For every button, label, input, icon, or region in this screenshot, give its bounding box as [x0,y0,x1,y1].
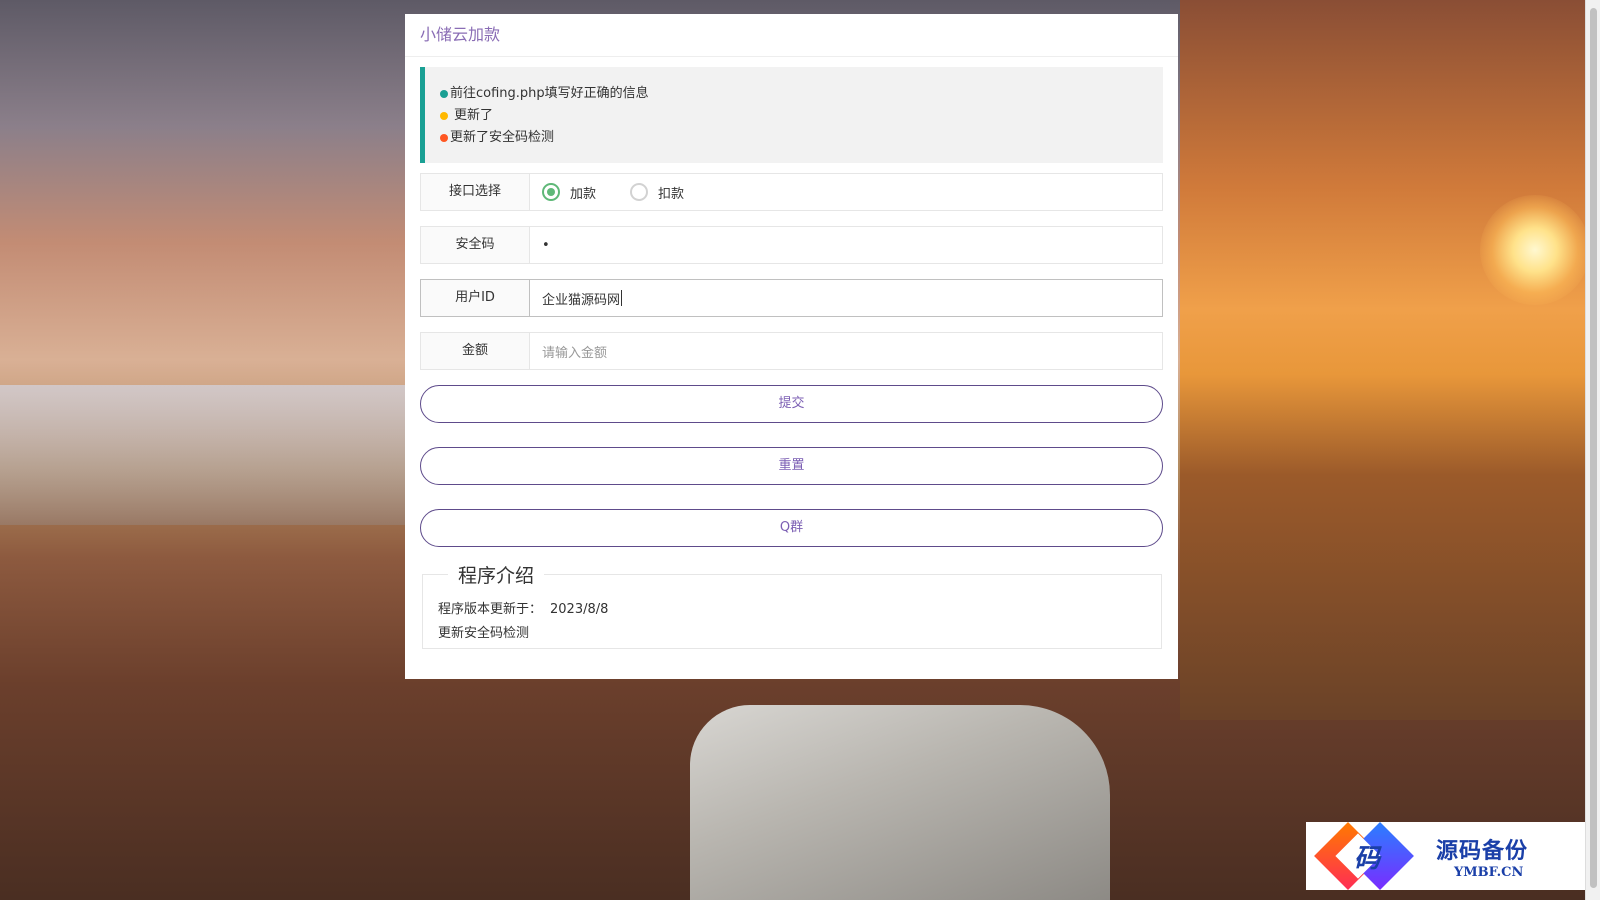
background-sunset [1180,0,1600,720]
qq-group-button[interactable]: Q群 [420,509,1163,547]
intro-note: 更新安全码检测 [438,626,530,641]
watermark-char: 码 [1353,844,1380,874]
radio-label[interactable]: 扣款 [658,183,684,202]
security-code-value[interactable]: • [542,238,550,253]
version-label: 程序版本更新于： [438,602,543,617]
amount-placeholder[interactable]: 请输入金额 [542,342,607,361]
user-id-input[interactable]: 企业猫源码网 [530,280,1162,316]
radio-checked-icon[interactable] [542,183,560,201]
main-panel: 小储云加款 前往cofing.php填写好正确的信息 更新了 更新了安全码检测 … [405,14,1178,679]
user-id-label: 用户ID [421,280,530,316]
notice-box: 前往cofing.php填写好正确的信息 更新了 更新了安全码检测 [420,67,1163,163]
intro-fieldset: 程序介绍 程序版本更新于： 2023/8/8 更新安全码检测 [422,561,1162,649]
notice-item: 更新了 [440,105,1163,127]
security-code-input[interactable]: • [530,227,1162,263]
amount-row: 金额 请输入金额 [420,332,1163,370]
bullet-dot-icon [440,90,448,98]
reset-button[interactable]: 重置 [420,447,1163,485]
bullet-dot-icon [440,112,448,120]
page-scrollbar[interactable] [1585,0,1600,900]
notice-text: 前往cofing.php填写好正确的信息 [450,86,649,101]
scrollbar-thumb[interactable] [1590,8,1597,888]
radio-unchecked-icon[interactable] [630,183,649,201]
amount-label: 金额 [421,333,530,369]
watermark-site: YMBF.CN [1454,864,1524,880]
watermark-title: 源码备份 [1436,837,1529,864]
user-id-value[interactable]: 企业猫源码网 [542,289,620,308]
bullet-dot-icon [440,134,448,142]
interface-options: 加款 扣款 [530,174,1162,210]
submit-button[interactable]: 提交 [420,385,1163,423]
interface-label: 接口选择 [421,174,530,210]
security-code-row: 安全码 • [420,226,1163,264]
watermark-emblem-icon: 码 [1314,822,1432,890]
security-code-label: 安全码 [421,227,530,263]
notice-text: 更新了安全码检测 [450,130,555,145]
notice-item: 更新了安全码检测 [440,127,1163,149]
radio-add-funds[interactable]: 加款 [542,183,596,202]
interface-row: 接口选择 加款 扣款 [420,173,1163,211]
notice-text: 更新了 [454,108,494,123]
panel-title: 小储云加款 [405,14,1178,57]
amount-input[interactable]: 请输入金额 [530,333,1162,369]
intro-legend: 程序介绍 [458,565,535,587]
user-id-row: 用户ID 企业猫源码网 [420,279,1163,317]
watermark-text: 源码备份 YMBF.CN [1436,833,1528,880]
radio-label[interactable]: 加款 [570,183,596,202]
radio-deduct-funds[interactable]: 扣款 [630,183,684,202]
background-water [0,385,420,525]
version-line: 程序版本更新于： 2023/8/8 [438,598,1146,622]
notice-item: 前往cofing.php填写好正确的信息 [440,83,1163,105]
version-date: 2023/8/8 [550,602,609,617]
background-sun [1480,195,1590,305]
text-caret [621,290,623,306]
background-rocks [690,705,1110,900]
watermark-logo: 码 源码备份 YMBF.CN [1306,822,1590,890]
